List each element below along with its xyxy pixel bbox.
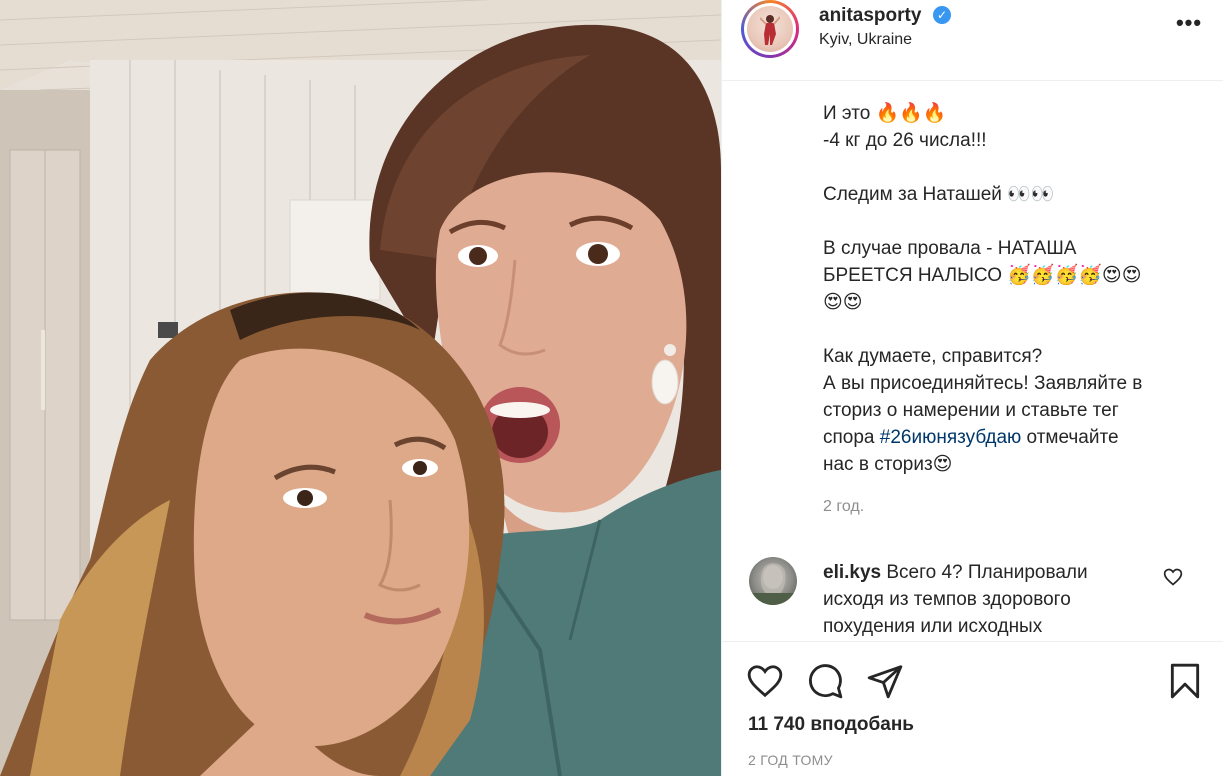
post-actions: 11 740 вподобань 2 ГОД ТОМУ [722,641,1223,776]
caption-timestamp[interactable]: 2 год. [823,498,864,516]
author-username[interactable]: anitasporty [819,5,921,27]
post-sidebar: anitasporty ✓ Kyiv, Ukraine ••• И это 🔥🔥… [721,0,1223,776]
comment-item: eli.kys Всего 4? Планировали исходя из т… [823,559,1123,640]
caption-line: А вы присоединяйтесь! Заявляйте в [823,373,1143,394]
caption-text: отмечайте [1021,427,1119,448]
photo-illustration [0,0,721,776]
caption-line: БРЕЕТСЯ НАЛЫСО 🥳🥳🥳🥳😍😍 [823,265,1142,286]
likes-count[interactable]: 11 740 вподобань [748,714,914,736]
commenter-avatar[interactable] [749,557,797,605]
post-caption: И это 🔥🔥🔥 -4 кг до 26 числа!!! Следим за… [823,100,1203,478]
verified-badge-icon: ✓ [933,6,951,24]
share-direct-icon[interactable] [866,662,904,700]
caption-line: -4 кг до 26 числа!!! [823,130,987,151]
caption-line: спора #26июнязубдаю отмечайте [823,424,1203,451]
avatar-figure [760,15,780,45]
author-avatar[interactable] [741,0,799,58]
post-location[interactable]: Kyiv, Ukraine [819,31,912,49]
caption-line: И это 🔥🔥🔥 [823,103,947,124]
caption-line: 😍😍 [823,292,863,313]
comment-username[interactable]: eli.kys [823,562,881,583]
save-bookmark-icon[interactable] [1166,662,1204,700]
more-options-button[interactable]: ••• [1174,8,1204,38]
avatar-frame [744,3,796,55]
caption-line: В случае провала - НАТАША [823,238,1077,259]
caption-line: сториз о намерении и ставьте тег [823,400,1119,421]
post-photo[interactable] [0,0,721,776]
hashtag-link[interactable]: #26июнязубдаю [880,427,1022,448]
caption-line: нас в сториз😍 [823,454,953,475]
avatar-image [747,6,793,52]
post-timestamp[interactable]: 2 ГОД ТОМУ [748,752,833,768]
like-heart-icon[interactable] [746,662,784,700]
post-header: anitasporty ✓ Kyiv, Ukraine ••• [722,0,1223,81]
commenter-figure [749,563,797,605]
caption-line: Следим за Наташей 👀👀 [823,184,1055,205]
comment-heart-icon[interactable] [1163,567,1183,587]
caption-line: Как думаете, справится? [823,346,1043,367]
caption-text: спора [823,427,880,448]
comment-bubble-icon[interactable] [806,662,844,700]
